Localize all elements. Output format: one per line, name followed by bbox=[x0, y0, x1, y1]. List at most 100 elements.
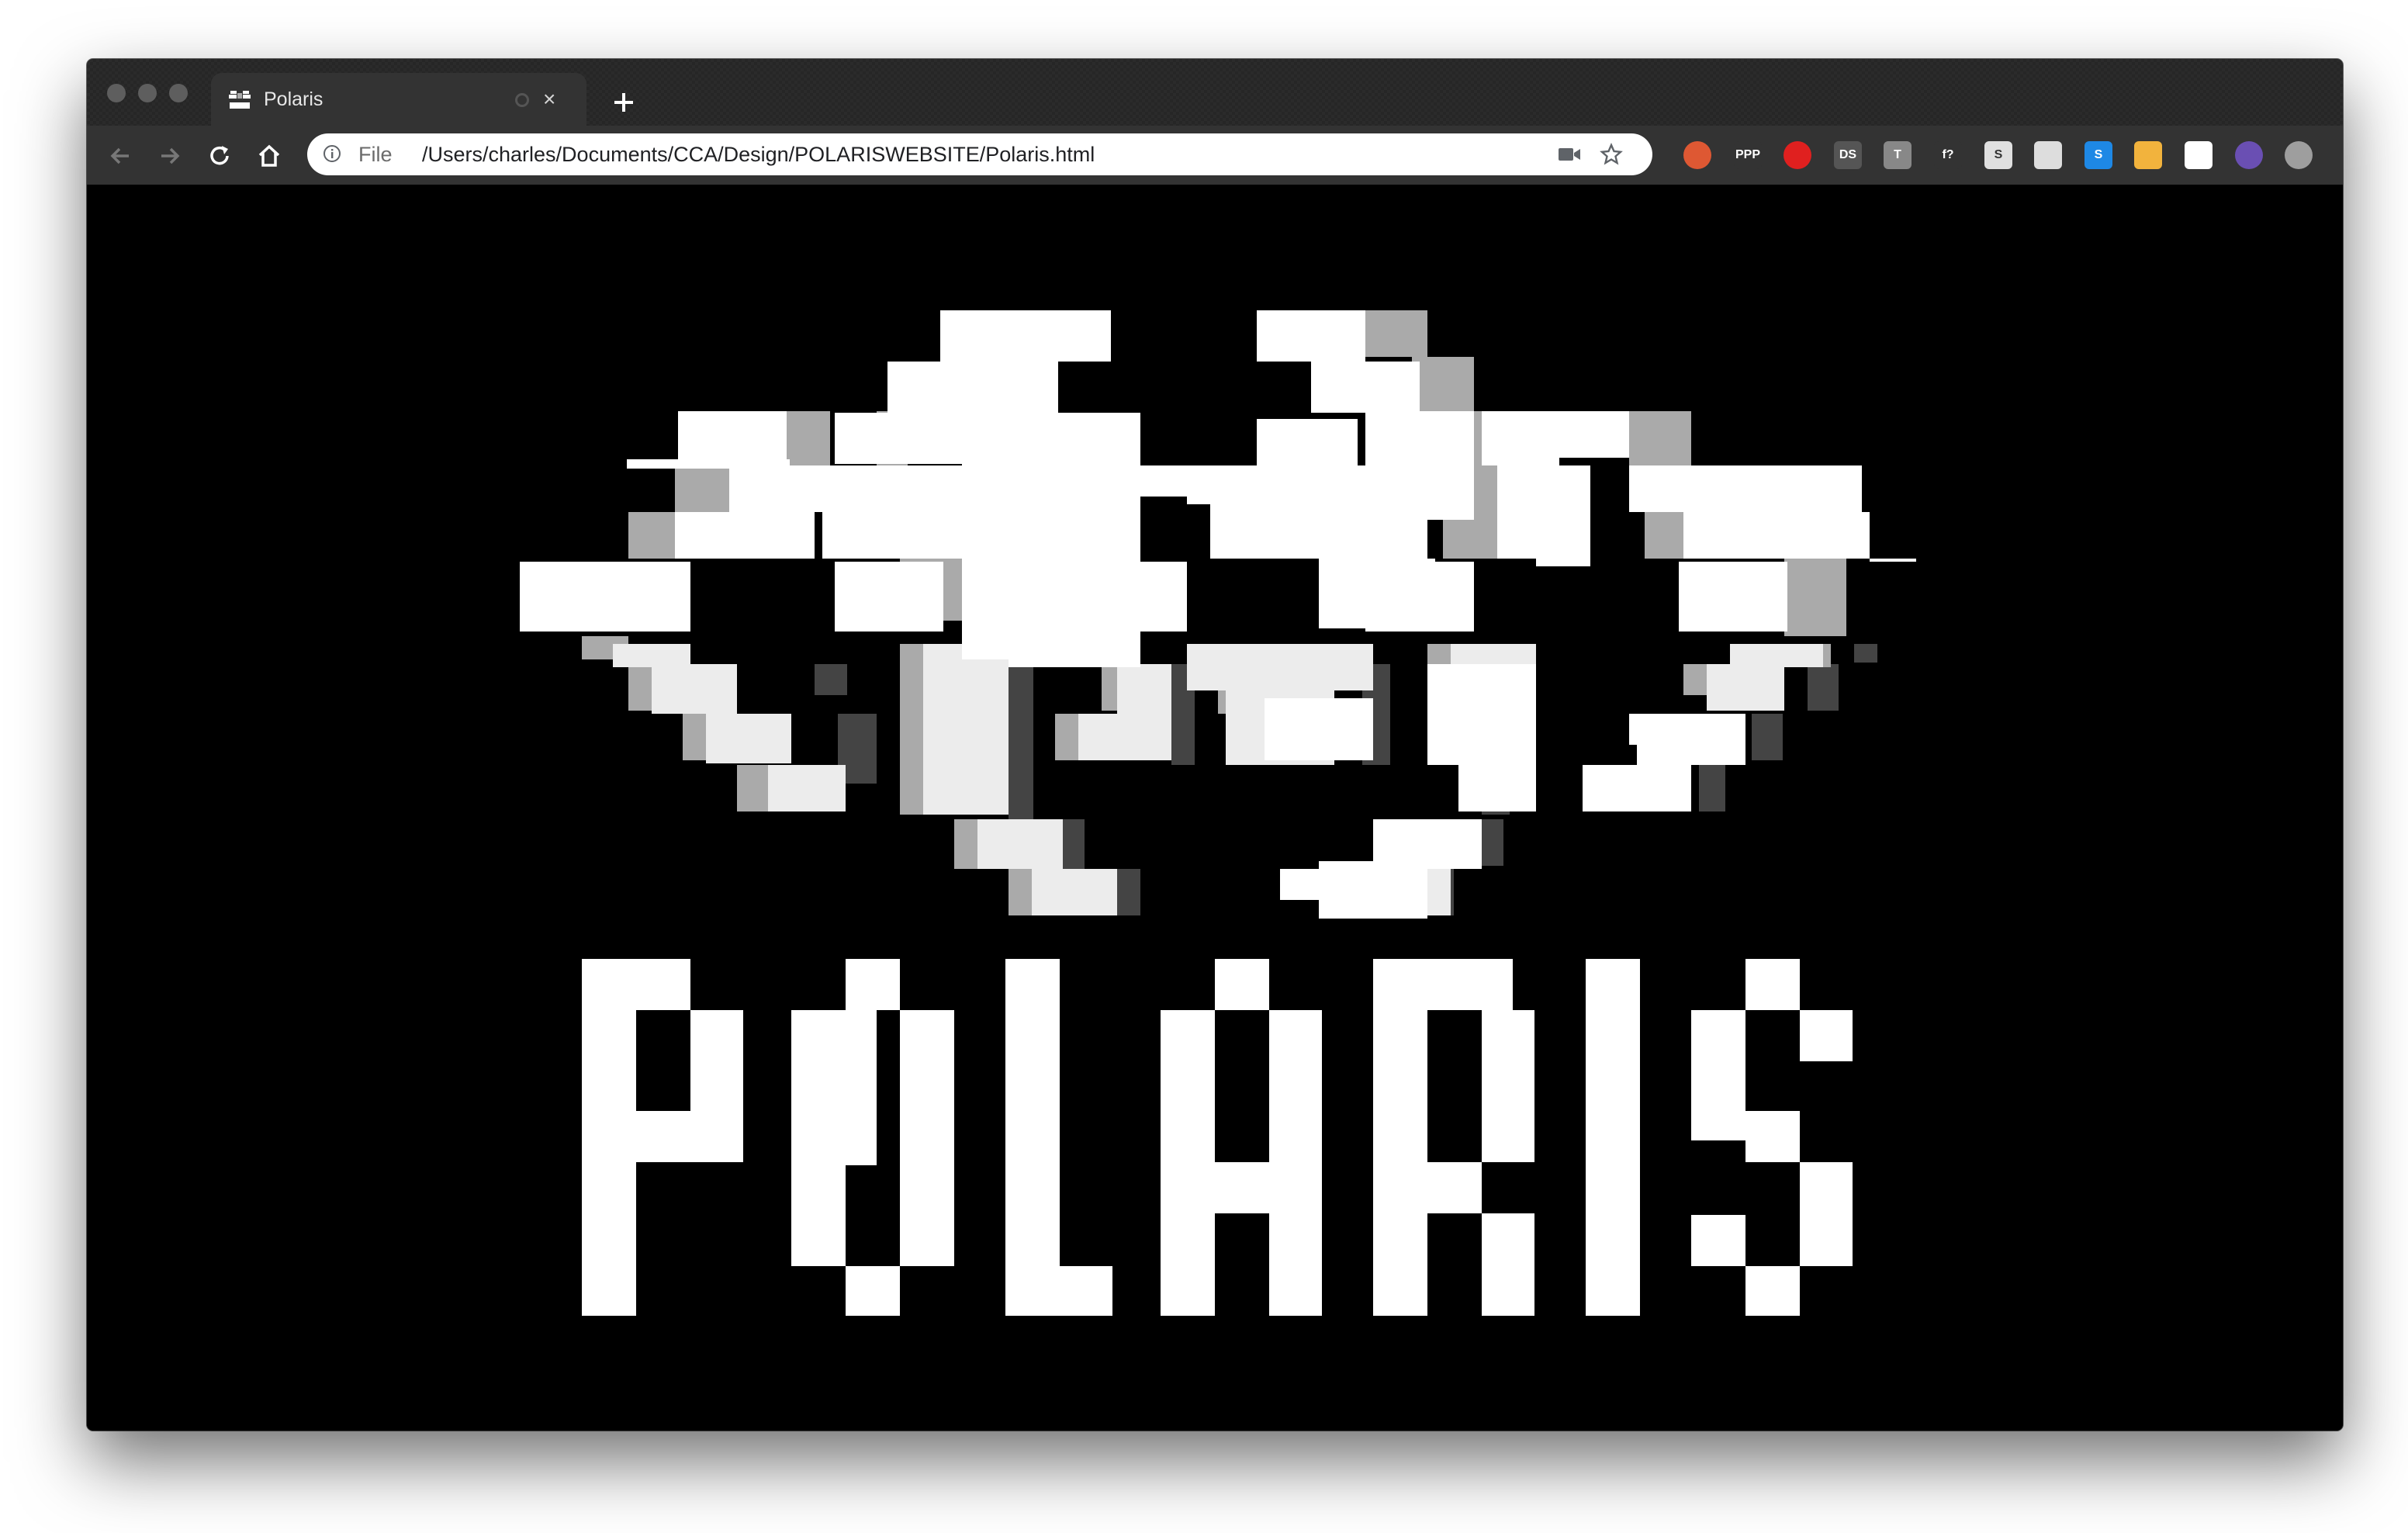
logo-block bbox=[1269, 1010, 1322, 1316]
skype-icon[interactable]: S bbox=[2085, 141, 2112, 169]
logo-block bbox=[1752, 714, 1783, 760]
logo-block bbox=[1319, 900, 1427, 919]
logo-block bbox=[1536, 465, 1590, 566]
logo-block bbox=[1373, 959, 1427, 1316]
logo-block bbox=[1629, 714, 1676, 745]
fonts-icon[interactable] bbox=[2185, 141, 2213, 169]
new-tab-button[interactable] bbox=[605, 84, 642, 121]
logo-block bbox=[1140, 465, 1187, 497]
t-icon[interactable]: T bbox=[1884, 141, 1912, 169]
logo-block bbox=[1365, 411, 1474, 520]
logo-block bbox=[1482, 1010, 1534, 1162]
logo-block bbox=[1427, 1162, 1482, 1213]
polaris-logo: POLARIS bbox=[87, 185, 2343, 1431]
camera-icon[interactable] bbox=[1558, 146, 1581, 163]
logo-block bbox=[1691, 1215, 1745, 1266]
logo-block bbox=[1265, 698, 1373, 760]
address-bar[interactable]: File /Users/charles/Documents/CCA/Design… bbox=[307, 133, 1652, 175]
star-icon[interactable] bbox=[1600, 143, 1623, 166]
logo-block bbox=[940, 310, 1111, 362]
title-bar: Polaris × bbox=[87, 59, 2343, 126]
logo-block bbox=[1215, 1162, 1269, 1213]
logo-block bbox=[706, 714, 791, 763]
logo-block bbox=[835, 562, 943, 632]
logo-block bbox=[1683, 512, 1870, 559]
duckduckgo-icon[interactable] bbox=[1683, 141, 1711, 169]
page-content: POLARIS bbox=[87, 185, 2343, 1431]
back-button[interactable] bbox=[106, 141, 135, 171]
logo-block bbox=[846, 1010, 877, 1165]
tab-close-button[interactable]: × bbox=[543, 85, 555, 113]
logo-block bbox=[768, 765, 846, 811]
logo-block bbox=[582, 959, 636, 1316]
browser-window: Polaris × File /Users/charles/Documents/… bbox=[87, 59, 2343, 1431]
logo-block bbox=[1063, 819, 1085, 869]
logo-block bbox=[1800, 1162, 1853, 1266]
logo-block bbox=[729, 465, 861, 512]
logo-block bbox=[1707, 465, 1862, 512]
logo-block bbox=[962, 559, 1071, 659]
logo-block bbox=[1482, 819, 1503, 866]
logo-block bbox=[1521, 411, 1629, 458]
logo-block bbox=[1117, 869, 1140, 915]
logo-block bbox=[900, 1010, 954, 1266]
logo-block bbox=[923, 644, 1009, 815]
logo-block bbox=[1280, 869, 1327, 900]
columns-icon[interactable] bbox=[2034, 141, 2062, 169]
logo-block bbox=[1427, 664, 1536, 765]
logo-block bbox=[1458, 765, 1536, 811]
logo-block bbox=[1583, 765, 1691, 811]
avatar-icon[interactable] bbox=[2235, 141, 2263, 169]
forward-button[interactable] bbox=[155, 141, 185, 171]
url-text[interactable]: /Users/charles/Documents/CCA/Design/POLA… bbox=[422, 143, 1095, 167]
logo-block bbox=[520, 562, 690, 632]
logo-block bbox=[1482, 1213, 1534, 1316]
logo-block bbox=[1427, 959, 1513, 1010]
logo-block bbox=[1161, 1010, 1215, 1316]
logo-block bbox=[690, 1010, 743, 1162]
close-window-button[interactable] bbox=[107, 84, 126, 102]
logo-block bbox=[846, 959, 900, 1010]
logo-block bbox=[1078, 714, 1171, 760]
logo-block bbox=[977, 819, 1063, 869]
tab-status-icon bbox=[515, 93, 529, 107]
logo-block bbox=[1311, 362, 1420, 413]
logo-block bbox=[1009, 664, 1033, 819]
adblock-icon[interactable] bbox=[1784, 141, 1811, 169]
logo-block bbox=[1365, 310, 1427, 357]
info-icon[interactable] bbox=[323, 144, 341, 163]
ds-icon[interactable]: DS bbox=[1834, 141, 1862, 169]
logo-block bbox=[1215, 959, 1269, 1010]
logo-block bbox=[675, 512, 815, 559]
lips-icon[interactable] bbox=[2134, 141, 2162, 169]
logo-block bbox=[1365, 562, 1474, 632]
logo-block bbox=[636, 1111, 690, 1162]
logo-block bbox=[1745, 1111, 1800, 1162]
ppp-icon[interactable]: PPP bbox=[1734, 141, 1762, 169]
logo-block bbox=[791, 1010, 846, 1266]
reload-button[interactable] bbox=[205, 141, 234, 171]
minimize-window-button[interactable] bbox=[138, 84, 157, 102]
logo-block bbox=[1730, 644, 1823, 667]
logo-block bbox=[887, 362, 1058, 413]
update-icon[interactable] bbox=[2285, 141, 2313, 169]
logo-block bbox=[1257, 419, 1358, 465]
logo-block bbox=[1707, 664, 1784, 711]
logo-block bbox=[1629, 411, 1691, 465]
browser-toolbar: File /Users/charles/Documents/CCA/Design… bbox=[87, 126, 2343, 185]
logo-block bbox=[1808, 664, 1839, 711]
logo-block bbox=[1005, 959, 1060, 1316]
font-question-icon[interactable]: f? bbox=[1934, 141, 1962, 169]
home-button[interactable] bbox=[254, 141, 284, 171]
logo-block bbox=[1745, 959, 1800, 1010]
zoom-window-button[interactable] bbox=[169, 84, 188, 102]
logo-block bbox=[1870, 559, 1916, 562]
tab-polaris[interactable]: Polaris × bbox=[211, 73, 586, 126]
logo-block bbox=[784, 411, 830, 465]
url-scheme-label: File bbox=[358, 143, 393, 166]
s-icon[interactable]: S bbox=[1984, 141, 2012, 169]
logo-block bbox=[678, 411, 787, 465]
logo-block bbox=[1679, 562, 1787, 632]
logo-block bbox=[1257, 310, 1365, 362]
logo-block bbox=[652, 664, 737, 714]
